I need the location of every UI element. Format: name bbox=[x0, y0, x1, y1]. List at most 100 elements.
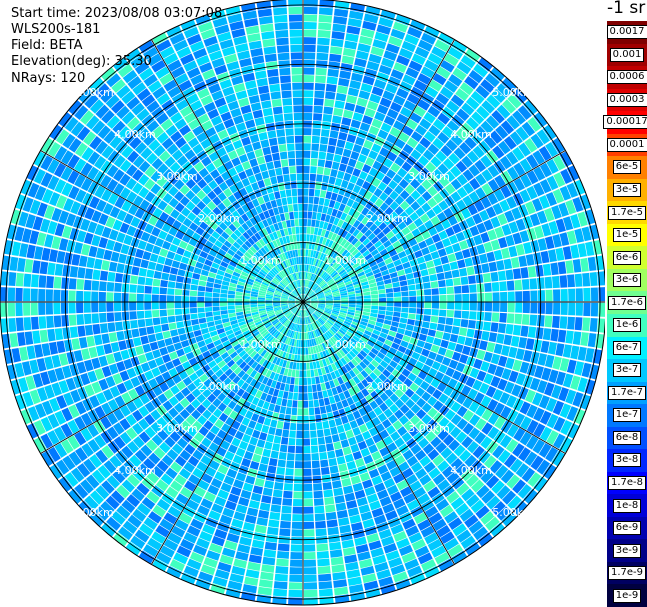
colorbar-tick-label: 3e-9 bbox=[612, 543, 642, 558]
data-sector bbox=[162, 330, 171, 339]
data-sector bbox=[268, 457, 278, 467]
data-sector bbox=[552, 302, 561, 315]
data-sector bbox=[411, 331, 420, 340]
data-sector bbox=[454, 310, 462, 319]
data-sector bbox=[99, 270, 109, 281]
data-sector bbox=[466, 328, 475, 338]
data-sector bbox=[263, 417, 272, 426]
colorbar-tick-label: 6e-9 bbox=[612, 521, 642, 536]
data-sector bbox=[324, 98, 335, 108]
data-sector bbox=[244, 514, 257, 524]
data-sector bbox=[332, 23, 346, 33]
data-sector bbox=[303, 218, 308, 227]
data-sector bbox=[303, 203, 308, 211]
data-sector bbox=[114, 312, 122, 322]
data-sector bbox=[507, 291, 515, 302]
data-sector bbox=[280, 437, 289, 445]
field-label: Field: BETA bbox=[11, 38, 83, 53]
data-sector bbox=[466, 266, 475, 276]
data-sector bbox=[322, 175, 330, 184]
data-sector bbox=[313, 196, 320, 205]
data-sector bbox=[453, 318, 461, 327]
data-sector bbox=[280, 159, 289, 167]
data-sector bbox=[275, 198, 283, 207]
data-sector bbox=[505, 269, 514, 280]
data-sector bbox=[264, 53, 277, 63]
data-sector bbox=[407, 318, 415, 326]
data-sector bbox=[136, 302, 144, 311]
data-sector bbox=[347, 436, 357, 446]
data-sector bbox=[286, 135, 295, 144]
data-sector bbox=[467, 319, 476, 329]
data-sector bbox=[235, 308, 243, 313]
data-sector bbox=[68, 278, 77, 290]
data-sector bbox=[336, 170, 345, 180]
data-sector bbox=[320, 459, 329, 468]
data-sector bbox=[318, 14, 333, 23]
colorbar-tick: 1e-9 bbox=[607, 584, 647, 607]
data-sector bbox=[318, 7, 333, 16]
data-sector bbox=[9, 256, 19, 272]
data-sector bbox=[261, 100, 272, 109]
data-sector bbox=[282, 166, 290, 175]
data-sector bbox=[284, 414, 291, 423]
data-sector bbox=[259, 92, 271, 102]
data-sector bbox=[445, 317, 454, 326]
data-sector bbox=[293, 483, 303, 492]
colorbar-tick: 3e-7 bbox=[607, 359, 647, 382]
data-sector bbox=[341, 478, 352, 487]
range-ring-label: 4.00km bbox=[450, 464, 492, 477]
data-sector bbox=[413, 271, 422, 278]
data-sector bbox=[146, 326, 155, 335]
data-sector bbox=[91, 291, 99, 302]
data-sector bbox=[197, 285, 206, 292]
data-sector bbox=[276, 558, 289, 567]
data-sector bbox=[250, 299, 258, 302]
data-sector bbox=[98, 291, 106, 302]
data-sector bbox=[401, 296, 409, 302]
data-sector bbox=[329, 541, 342, 551]
data-sector bbox=[262, 448, 271, 458]
data-sector bbox=[9, 332, 19, 348]
data-sector bbox=[316, 212, 322, 221]
data-sector bbox=[91, 302, 99, 313]
data-sector bbox=[279, 75, 291, 84]
data-sector bbox=[290, 544, 303, 552]
data-sector bbox=[289, 430, 296, 438]
data-sector bbox=[206, 281, 214, 288]
data-sector bbox=[303, 529, 315, 537]
data-sector bbox=[289, 567, 303, 575]
data-sector bbox=[136, 310, 145, 319]
data-sector bbox=[341, 55, 355, 65]
data-sector bbox=[329, 549, 343, 558]
data-sector bbox=[250, 546, 264, 556]
range-ring-label: 4.00km bbox=[450, 128, 492, 141]
data-sector bbox=[291, 67, 303, 75]
data-sector bbox=[319, 452, 328, 460]
range-ring-label: 5.00km bbox=[72, 506, 114, 519]
data-sector bbox=[167, 288, 175, 295]
data-sector bbox=[317, 391, 324, 399]
data-sector bbox=[309, 234, 314, 242]
data-sector bbox=[303, 173, 310, 181]
data-sector bbox=[71, 253, 81, 266]
data-sector bbox=[371, 298, 379, 302]
data-sector bbox=[537, 290, 546, 302]
data-sector bbox=[530, 290, 538, 302]
data-sector bbox=[295, 446, 303, 454]
data-sector bbox=[212, 306, 220, 312]
data-sector bbox=[323, 198, 331, 207]
data-sector bbox=[291, 75, 303, 83]
data-sector bbox=[83, 291, 91, 302]
data-sector bbox=[309, 415, 316, 423]
data-sector bbox=[276, 37, 289, 46]
data-sector bbox=[318, 573, 332, 582]
data-sector bbox=[323, 489, 334, 498]
data-sector bbox=[311, 135, 320, 144]
data-sector bbox=[287, 445, 296, 453]
data-sector bbox=[562, 344, 572, 358]
data-sector bbox=[316, 550, 330, 559]
data-sector bbox=[260, 23, 274, 33]
data-sector bbox=[384, 283, 393, 289]
data-sector bbox=[153, 271, 162, 280]
